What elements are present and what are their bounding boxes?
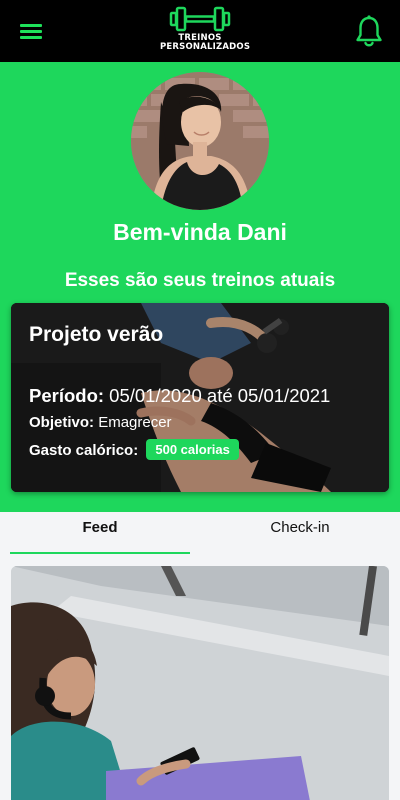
workout-objective: Objetivo: Emagrecer bbox=[29, 414, 172, 431]
app-logo: TREINOS PERSONALIZADOS bbox=[160, 4, 251, 60]
bell-icon[interactable] bbox=[355, 14, 383, 48]
calories-badge: 500 calorias bbox=[146, 439, 239, 460]
welcome-prefix: Bem-vinda bbox=[113, 219, 231, 245]
user-name: Dani bbox=[237, 219, 287, 245]
top-app-bar: TREINOS PERSONALIZADOS bbox=[0, 0, 400, 62]
tab-feed[interactable]: Feed bbox=[10, 518, 190, 554]
calories-label: Gasto calórico: bbox=[29, 442, 139, 459]
workout-period: Período: 05/01/2020 até 05/01/2021 bbox=[29, 385, 330, 407]
tab-bar: Feed Check-in bbox=[0, 512, 400, 554]
current-workouts-subtitle: Esses são seus treinos atuais bbox=[64, 270, 336, 291]
period-label: Período: bbox=[29, 385, 105, 406]
objective-value: Emagrecer bbox=[98, 414, 172, 431]
tab-check-in[interactable]: Check-in bbox=[210, 518, 390, 554]
workout-calories: Gasto calórico: 500 calorias bbox=[29, 439, 239, 460]
feed-post-image[interactable] bbox=[11, 566, 389, 800]
avatar[interactable] bbox=[131, 72, 269, 210]
objective-label: Objetivo: bbox=[29, 414, 95, 431]
welcome-heading: Bem-vinda Dani bbox=[0, 219, 400, 246]
dumbbell-icon bbox=[169, 6, 231, 32]
period-value: 05/01/2020 até 05/01/2021 bbox=[109, 385, 331, 406]
workout-card[interactable]: Projeto verão Período: 05/01/2020 até 05… bbox=[11, 303, 389, 492]
logo-line-2: PERSONALIZADOS bbox=[160, 42, 251, 52]
workout-title: Projeto verão bbox=[29, 323, 164, 346]
hamburger-menu-icon[interactable] bbox=[20, 22, 42, 40]
